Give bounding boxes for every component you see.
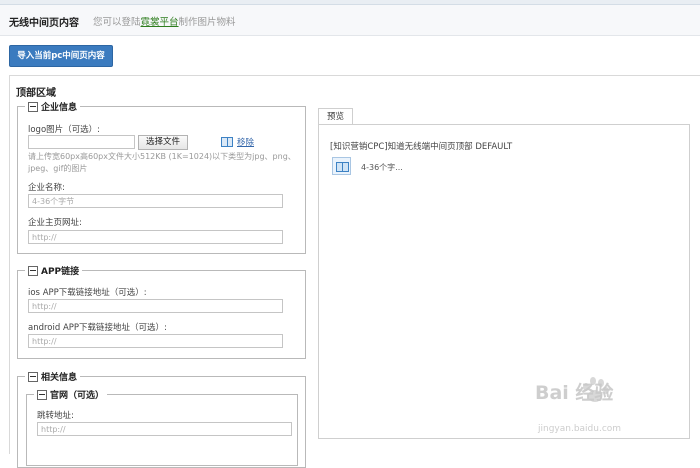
choose-file-button[interactable]: 选择文件	[138, 135, 188, 150]
app-legend-label: APP链接	[41, 267, 80, 277]
logo-label: logo图片（可选）:	[28, 125, 101, 135]
logo-file-input[interactable]	[28, 135, 135, 149]
preview-subtext: 4-36个字...	[361, 163, 403, 172]
page-title: 无线中间页内容	[9, 18, 79, 29]
android-url-input[interactable]: http://	[28, 334, 283, 348]
platform-link[interactable]: 霓裳平台	[141, 17, 179, 28]
official-legend: 官网（可选）	[34, 388, 108, 401]
company-name-label: 企业名称:	[28, 183, 65, 193]
tab-preview[interactable]: 预览	[318, 108, 353, 125]
page-header: 无线中间页内容 您可以登陆霓裳平台制作图片物料	[0, 5, 700, 36]
company-name-input[interactable]: 4-36个字节	[28, 194, 283, 208]
hint-suffix: 制作图片物料	[178, 17, 236, 28]
book-icon	[332, 157, 351, 175]
jump-url-input[interactable]: http://	[37, 422, 292, 436]
section-title: 顶部区域	[16, 88, 56, 99]
watermark-brand: Bai 经验	[535, 382, 614, 404]
watermark-url: jingyan.baidu.com	[538, 424, 622, 434]
jump-url-label: 跳转地址:	[37, 411, 74, 421]
homepage-input[interactable]: http://	[28, 230, 283, 244]
book-icon	[221, 137, 233, 147]
android-label: android APP下载链接地址（可选）:	[28, 323, 167, 333]
homepage-label: 企业主页网址:	[28, 218, 82, 228]
related-legend: 相关信息	[25, 370, 81, 383]
collapse-toggle-icon[interactable]	[28, 371, 38, 382]
app-legend: APP链接	[25, 264, 83, 277]
collapse-toggle-icon[interactable]	[28, 101, 38, 112]
ios-label: ios APP下载链接地址（可选）:	[28, 288, 147, 298]
hint-prefix: 您可以登陆	[93, 17, 141, 28]
official-legend-label: 官网（可选）	[50, 391, 105, 401]
enterprise-legend-label: 企业信息	[41, 103, 78, 113]
upload-note-line2: jpeg、gif的图片	[28, 164, 88, 173]
upload-note-line1: 请上传宽60px高60px文件大小512KB (1K=1024)以下类型为jpg…	[28, 152, 296, 161]
ios-url-input[interactable]: http://	[28, 299, 283, 313]
related-legend-label: 相关信息	[41, 373, 78, 383]
enterprise-legend: 企业信息	[25, 100, 81, 113]
remove-link[interactable]: 移除	[237, 136, 254, 148]
collapse-toggle-icon[interactable]	[28, 265, 38, 276]
import-pc-content-button[interactable]: 导入当前pc中间页内容	[9, 45, 113, 67]
collapse-toggle-icon[interactable]	[37, 389, 47, 400]
preview-title: [知识营销CPC]知道无线端中间页顶部 DEFAULT	[330, 142, 513, 152]
header-hint: 您可以登陆霓裳平台制作图片物料	[93, 14, 236, 28]
